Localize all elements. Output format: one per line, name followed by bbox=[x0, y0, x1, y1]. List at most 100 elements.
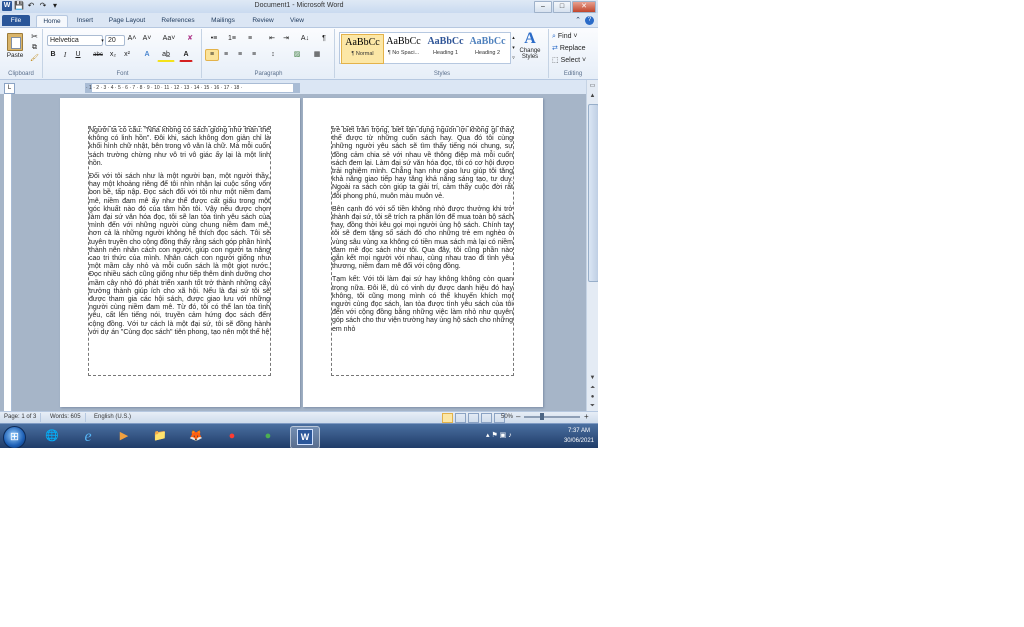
chrome-icon[interactable]: ● bbox=[218, 426, 246, 447]
clipboard-group: Paste ✂ ⧉ 🖌 Clipboard bbox=[0, 29, 43, 78]
replace-button[interactable]: ⇄ Replace bbox=[551, 43, 593, 55]
style-heading-2[interactable]: AaBbCc Heading 2 bbox=[467, 34, 508, 62]
grow-font-button[interactable]: A˄ bbox=[124, 33, 140, 45]
minimize-ribbon-icon[interactable]: ⌃ bbox=[575, 16, 581, 25]
show-formatting-button[interactable]: ¶ bbox=[317, 33, 331, 45]
tab-review[interactable]: Review bbox=[248, 15, 278, 26]
bold-button[interactable]: B bbox=[47, 49, 59, 61]
minimize-button[interactable]: – bbox=[534, 1, 552, 13]
change-case-button[interactable]: Aa˅ bbox=[159, 33, 179, 45]
scroll-up-icon[interactable]: ▲ bbox=[588, 92, 597, 100]
word-count[interactable]: Words: 605 bbox=[50, 413, 86, 422]
tab-home[interactable]: Home bbox=[36, 15, 68, 27]
italic-button[interactable]: I bbox=[59, 49, 71, 61]
font-size-select[interactable]: 20 bbox=[105, 35, 125, 46]
window-controls: – □ ✕ bbox=[534, 1, 596, 13]
numbering-button[interactable]: 1≡ bbox=[223, 33, 241, 45]
horizontal-ruler[interactable]: · 1 · 2 · 3 · 4 · 5 · 6 · 7 · 8 · 9 · 10… bbox=[85, 83, 300, 93]
chrome-profile-icon[interactable]: ● bbox=[254, 426, 282, 447]
paste-button[interactable]: Paste bbox=[3, 31, 27, 65]
shading-button[interactable]: ▨ bbox=[289, 49, 305, 61]
subscript-button[interactable]: x₂ bbox=[106, 49, 120, 61]
word-window: W 💾 ↶ ↷ ▾ Document1 - Microsoft Word – □… bbox=[0, 0, 598, 448]
zoom-in-button[interactable]: + bbox=[584, 412, 589, 422]
select-browse-object-icon[interactable]: ● bbox=[588, 393, 597, 401]
clipboard-group-label: Clipboard bbox=[8, 71, 34, 77]
tab-references[interactable]: References bbox=[158, 15, 198, 26]
style-no-spacing[interactable]: AaBbCc ¶ No Spaci... bbox=[383, 34, 424, 62]
outline-view-icon[interactable] bbox=[481, 413, 492, 423]
vertical-scrollbar[interactable]: ▭ ▲ ▼ ⏶ ● ⏷ bbox=[586, 80, 598, 411]
sort-button[interactable]: A↓ bbox=[297, 33, 313, 45]
align-left-button[interactable]: ≡ bbox=[205, 49, 219, 61]
shrink-font-button[interactable]: A˅ bbox=[139, 33, 155, 45]
tab-file[interactable]: File bbox=[2, 15, 30, 26]
decrease-indent-button[interactable]: ⇤ bbox=[265, 33, 279, 45]
language-indicator[interactable]: English (U.S.) bbox=[94, 413, 135, 422]
font-color-button[interactable]: A bbox=[179, 49, 193, 62]
tab-view[interactable]: View bbox=[284, 15, 310, 26]
format-painter-icon[interactable]: 🖌 bbox=[28, 53, 41, 65]
full-screen-reading-view-icon[interactable] bbox=[455, 413, 466, 423]
multilevel-list-button[interactable]: ≡ bbox=[241, 33, 259, 45]
style-heading-1[interactable]: AaBbCc Heading 1 bbox=[425, 34, 466, 62]
print-layout-view-icon[interactable] bbox=[442, 413, 453, 423]
style-heading-2-label: Heading 2 bbox=[474, 50, 501, 56]
scrollbar-thumb[interactable] bbox=[588, 104, 598, 282]
next-page-icon[interactable]: ⏷ bbox=[588, 402, 597, 410]
underline-button[interactable]: U bbox=[71, 49, 85, 61]
clock[interactable]: 7:37 AM 30/06/2021 bbox=[564, 426, 594, 446]
tab-page-layout[interactable]: Page Layout bbox=[104, 15, 150, 26]
zoom-slider-knob[interactable] bbox=[540, 413, 544, 420]
firefox-icon[interactable]: 🦊 bbox=[182, 426, 210, 447]
start-button[interactable]: ⊞ bbox=[3, 426, 26, 448]
internet-explorer-icon[interactable]: e bbox=[74, 426, 102, 447]
change-styles-label: Change Styles bbox=[519, 48, 541, 60]
tab-mailings[interactable]: Mailings bbox=[206, 15, 240, 26]
strikethrough-button[interactable]: abc bbox=[90, 49, 106, 61]
select-button[interactable]: ⬚ Select ˅ bbox=[551, 55, 593, 67]
increase-indent-button[interactable]: ⇥ bbox=[279, 33, 293, 45]
word-taskbar-icon[interactable]: W bbox=[290, 426, 320, 448]
change-styles-button[interactable]: A Change Styles bbox=[515, 30, 545, 60]
find-label: Find ˅ bbox=[557, 33, 578, 40]
maximize-button[interactable]: □ bbox=[553, 1, 571, 13]
justify-button[interactable]: ≡ bbox=[247, 49, 261, 61]
zoom-slider[interactable] bbox=[524, 413, 580, 420]
zoom-level[interactable]: 50% bbox=[501, 413, 513, 422]
align-right-button[interactable]: ≡ bbox=[233, 49, 247, 61]
highlight-button[interactable]: ab̲ bbox=[157, 49, 175, 62]
scroll-down-icon[interactable]: ▼ bbox=[588, 374, 597, 382]
paragraph-group: •≡ 1≡ ≡ ⇤ ⇥ A↓ ¶ ≡ ≡ ≡ ≡ ↕ ▨ ▦ Paragraph bbox=[203, 29, 335, 78]
styles-group-label: Styles bbox=[433, 71, 451, 77]
view-ruler-icon[interactable]: ▭ bbox=[588, 82, 597, 90]
clear-formatting-icon[interactable]: ✘ bbox=[183, 33, 197, 45]
tab-insert[interactable]: Insert bbox=[72, 15, 98, 26]
style-normal[interactable]: AaBbCc ¶ Normal bbox=[341, 34, 384, 64]
bullets-button[interactable]: •≡ bbox=[205, 33, 223, 45]
file-explorer-icon[interactable]: 📁 bbox=[146, 426, 174, 447]
system-tray-icons[interactable]: ▴ ⚑ ▣ ♪ bbox=[486, 431, 512, 439]
media-player-icon[interactable]: ▶ bbox=[110, 426, 138, 447]
text-effects-button[interactable]: A bbox=[140, 49, 154, 61]
web-layout-view-icon[interactable] bbox=[468, 413, 479, 423]
page-1-text-box[interactable]: Người ta có câu: "Nhà không có sách giốn… bbox=[88, 126, 271, 376]
line-spacing-button[interactable]: ↕ bbox=[265, 49, 281, 61]
taskbar-app-browser-icon[interactable]: 🌐 bbox=[38, 426, 66, 447]
document-area: Người ta có câu: "Nhà không có sách giốn… bbox=[0, 94, 586, 411]
zoom-out-button[interactable]: – bbox=[516, 412, 520, 422]
help-icon[interactable]: ? bbox=[585, 16, 594, 25]
font-name-select[interactable]: Helvetica bbox=[47, 35, 103, 46]
paste-icon bbox=[7, 33, 23, 51]
page-count[interactable]: Page: 1 of 3 bbox=[4, 413, 42, 422]
superscript-button[interactable]: x² bbox=[120, 49, 134, 61]
previous-page-icon[interactable]: ⏶ bbox=[588, 384, 597, 392]
select-label: Select ˅ bbox=[560, 57, 587, 64]
vertical-ruler[interactable] bbox=[4, 94, 12, 411]
borders-button[interactable]: ▦ bbox=[309, 49, 325, 61]
center-button[interactable]: ≡ bbox=[219, 49, 233, 61]
find-button[interactable]: ⌕ Find ˅ bbox=[551, 31, 593, 43]
tab-selector[interactable]: L bbox=[4, 83, 15, 94]
page-2-text-box[interactable]: trẻ biết trân trọng, biết tận dụng nguồn… bbox=[331, 126, 514, 376]
close-button[interactable]: ✕ bbox=[572, 1, 596, 13]
